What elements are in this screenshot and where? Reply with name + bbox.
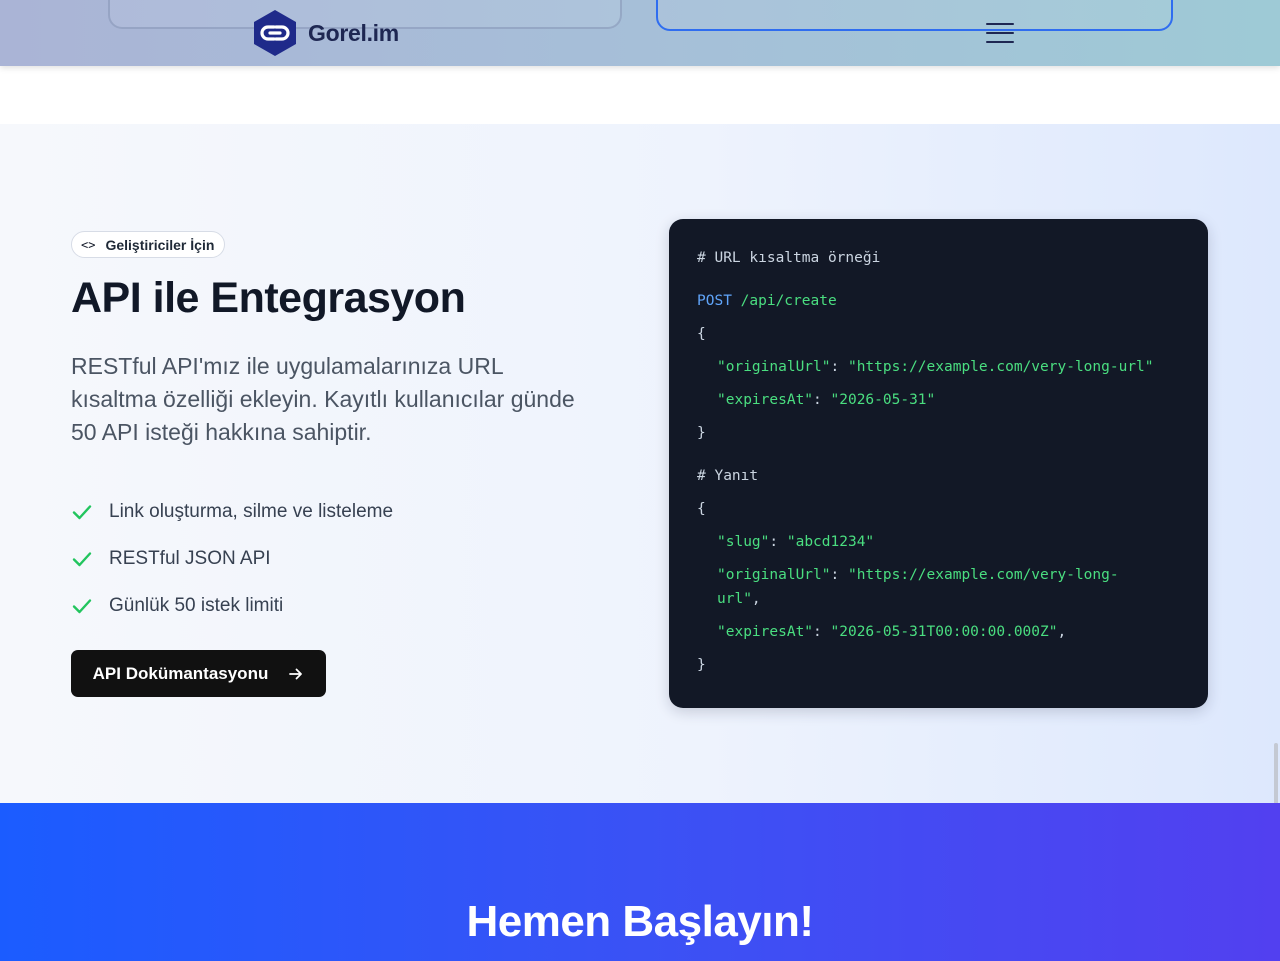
hamburger-menu-icon[interactable] bbox=[984, 20, 1016, 46]
developers-tag: <> Geliştiriciler İçin bbox=[71, 231, 226, 258]
code-line: "expiresAt": "2026-05-31T00:00:00.000Z", bbox=[717, 624, 1067, 640]
code-line: "originalUrl": "https://example.com/very… bbox=[717, 567, 1119, 583]
code-line: } bbox=[697, 425, 706, 441]
api-docs-button-label: API Dokümantasyonu bbox=[92, 663, 269, 683]
menu-bar bbox=[986, 41, 1014, 43]
feature-item: Günlük 50 istek limiti bbox=[71, 582, 393, 629]
section-description: RESTful API'mız ile uygulamalarınıza URL… bbox=[71, 353, 575, 445]
section-title: API ile Entegrasyon bbox=[71, 274, 466, 322]
code-example-panel: # URL kısaltma örneği POST /api/create {… bbox=[669, 219, 1208, 708]
code-line: POST /api/create bbox=[697, 293, 837, 309]
code-line: "slug": "abcd1234" bbox=[717, 534, 875, 550]
tag-label: Geliştiriciler İçin bbox=[105, 236, 215, 253]
check-icon bbox=[72, 598, 92, 613]
code-line: url", bbox=[717, 591, 761, 607]
menu-bar bbox=[986, 32, 1014, 34]
code-icon: <> bbox=[81, 237, 96, 252]
code-line: "expiresAt": "2026-05-31" bbox=[717, 392, 936, 408]
feature-label: Günlük 50 istek limiti bbox=[109, 594, 284, 616]
feature-item: RESTful JSON API bbox=[71, 535, 393, 582]
code-line: # Yanıt bbox=[697, 468, 759, 484]
code-line: } bbox=[697, 657, 706, 673]
arrow-right-icon bbox=[289, 668, 303, 679]
feature-list: Link oluşturma, silme ve listeleme RESTf… bbox=[71, 488, 393, 629]
check-icon bbox=[72, 504, 92, 519]
code-line: { bbox=[697, 501, 706, 517]
check-icon bbox=[72, 551, 92, 566]
site-header: Gorel.im bbox=[0, 0, 1280, 66]
header-card-right bbox=[656, 0, 1173, 31]
logo-text: Gorel.im bbox=[308, 19, 399, 46]
logo-link[interactable]: Gorel.im bbox=[252, 9, 399, 57]
feature-label: RESTful JSON API bbox=[109, 547, 271, 569]
api-section: <> Geliştiriciler İçin API ile Entegrasy… bbox=[0, 124, 1280, 803]
feature-label: Link oluşturma, silme ve listeleme bbox=[109, 500, 394, 522]
code-line: # URL kısaltma örneği bbox=[697, 250, 881, 266]
code-line: { bbox=[697, 326, 706, 342]
get-started-section: Hemen Başlayın! bbox=[0, 803, 1280, 961]
api-docs-button[interactable]: API Dokümantasyonu bbox=[71, 650, 326, 697]
code-line: "originalUrl": "https://example.com/very… bbox=[717, 359, 1154, 375]
logo-icon bbox=[254, 10, 296, 56]
feature-item: Link oluşturma, silme ve listeleme bbox=[71, 488, 393, 535]
get-started-title: Hemen Başlayın! bbox=[466, 897, 814, 946]
menu-bar bbox=[986, 23, 1014, 25]
